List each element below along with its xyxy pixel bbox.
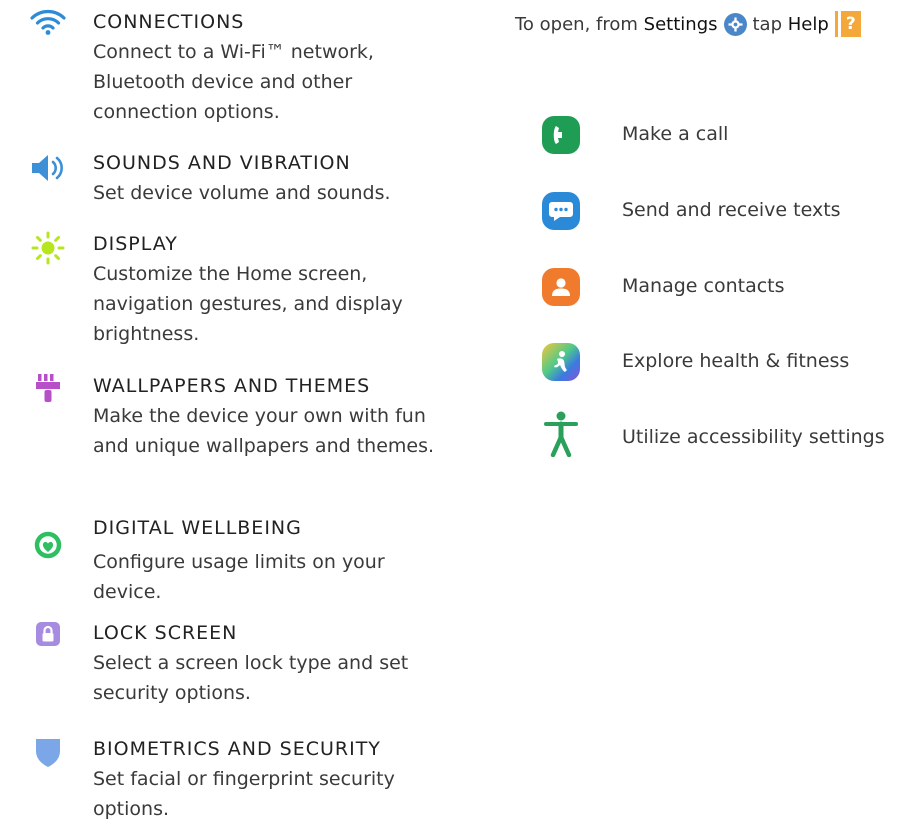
settings-item-digital-wellbeing[interactable]: DIGITAL WELLBEING Configure usage limits… — [0, 515, 470, 605]
settings-item-description: Connect to a Wi-Fi™ network, Bluetooth d… — [93, 41, 374, 123]
instruction-text: To open, from — [515, 13, 638, 35]
settings-item-title: DIGITAL WELLBEING — [93, 517, 302, 539]
lock-icon — [28, 620, 68, 660]
help-link[interactable]: Help — [788, 14, 829, 35]
settings-item-description: Configure usage limits on your device. — [93, 551, 385, 603]
help-icon: ? — [837, 11, 861, 37]
wifi-icon — [28, 9, 68, 49]
task-make-call[interactable]: Make a call — [470, 116, 919, 166]
settings-item-description: Set device volume and sounds. — [93, 182, 391, 204]
help-panel: To open, from Settings tap Help ? Make a… — [470, 0, 919, 826]
sun-icon — [28, 231, 68, 271]
task-accessibility[interactable]: Utilize accessibility settings — [470, 411, 919, 469]
settings-item-display[interactable]: DISPLAY Customize the Home screen, navig… — [0, 231, 470, 351]
settings-item-title: CONNECTIONS — [93, 11, 245, 33]
settings-item-description: Select a screen lock type and set securi… — [93, 652, 409, 704]
settings-item-title: SOUNDS AND VIBRATION — [93, 152, 351, 174]
instruction-text: tap — [752, 13, 783, 35]
task-label: Utilize accessibility settings — [622, 426, 885, 448]
settings-item-lock-screen[interactable]: LOCK SCREEN Select a screen lock type an… — [0, 620, 470, 704]
accessibility-icon — [542, 411, 580, 457]
settings-item-wallpapers[interactable]: WALLPAPERS AND THEMES Make the device yo… — [0, 373, 470, 493]
gear-icon — [723, 12, 747, 36]
shield-icon — [28, 736, 68, 776]
paintbrush-icon — [28, 373, 68, 413]
settings-item-connections[interactable]: CONNECTIONS Connect to a Wi-Fi™ network,… — [0, 9, 470, 129]
settings-item-title: WALLPAPERS AND THEMES — [93, 375, 371, 397]
message-icon — [542, 192, 580, 230]
task-label: Explore health & fitness — [622, 350, 850, 372]
wellbeing-icon — [28, 530, 68, 570]
task-contacts[interactable]: Manage contacts — [470, 268, 919, 318]
settings-item-biometrics[interactable]: BIOMETRICS AND SECURITY Set facial or fi… — [0, 736, 470, 826]
speaker-icon — [28, 152, 68, 192]
health-icon — [542, 343, 580, 381]
settings-item-title: DISPLAY — [93, 233, 178, 255]
settings-item-description: Make the device your own with fun and un… — [93, 405, 435, 457]
settings-item-description: Set facial or fingerprint security optio… — [93, 768, 395, 820]
settings-item-description: Customize the Home screen, navigation ge… — [93, 263, 403, 345]
contacts-icon — [542, 268, 580, 306]
phone-icon — [542, 116, 580, 154]
settings-item-title: BIOMETRICS AND SECURITY — [93, 738, 381, 760]
task-label: Manage contacts — [622, 275, 785, 297]
task-label: Send and receive texts — [622, 199, 841, 221]
settings-item-title: LOCK SCREEN — [93, 622, 238, 644]
settings-item-sounds[interactable]: SOUNDS AND VIBRATION Set device volume a… — [0, 150, 470, 214]
help-instruction: To open, from Settings tap Help ? — [515, 11, 861, 37]
task-texts[interactable]: Send and receive texts — [470, 192, 919, 242]
task-label: Make a call — [622, 123, 729, 145]
task-health[interactable]: Explore health & fitness — [470, 343, 919, 393]
settings-link[interactable]: Settings — [644, 14, 718, 35]
